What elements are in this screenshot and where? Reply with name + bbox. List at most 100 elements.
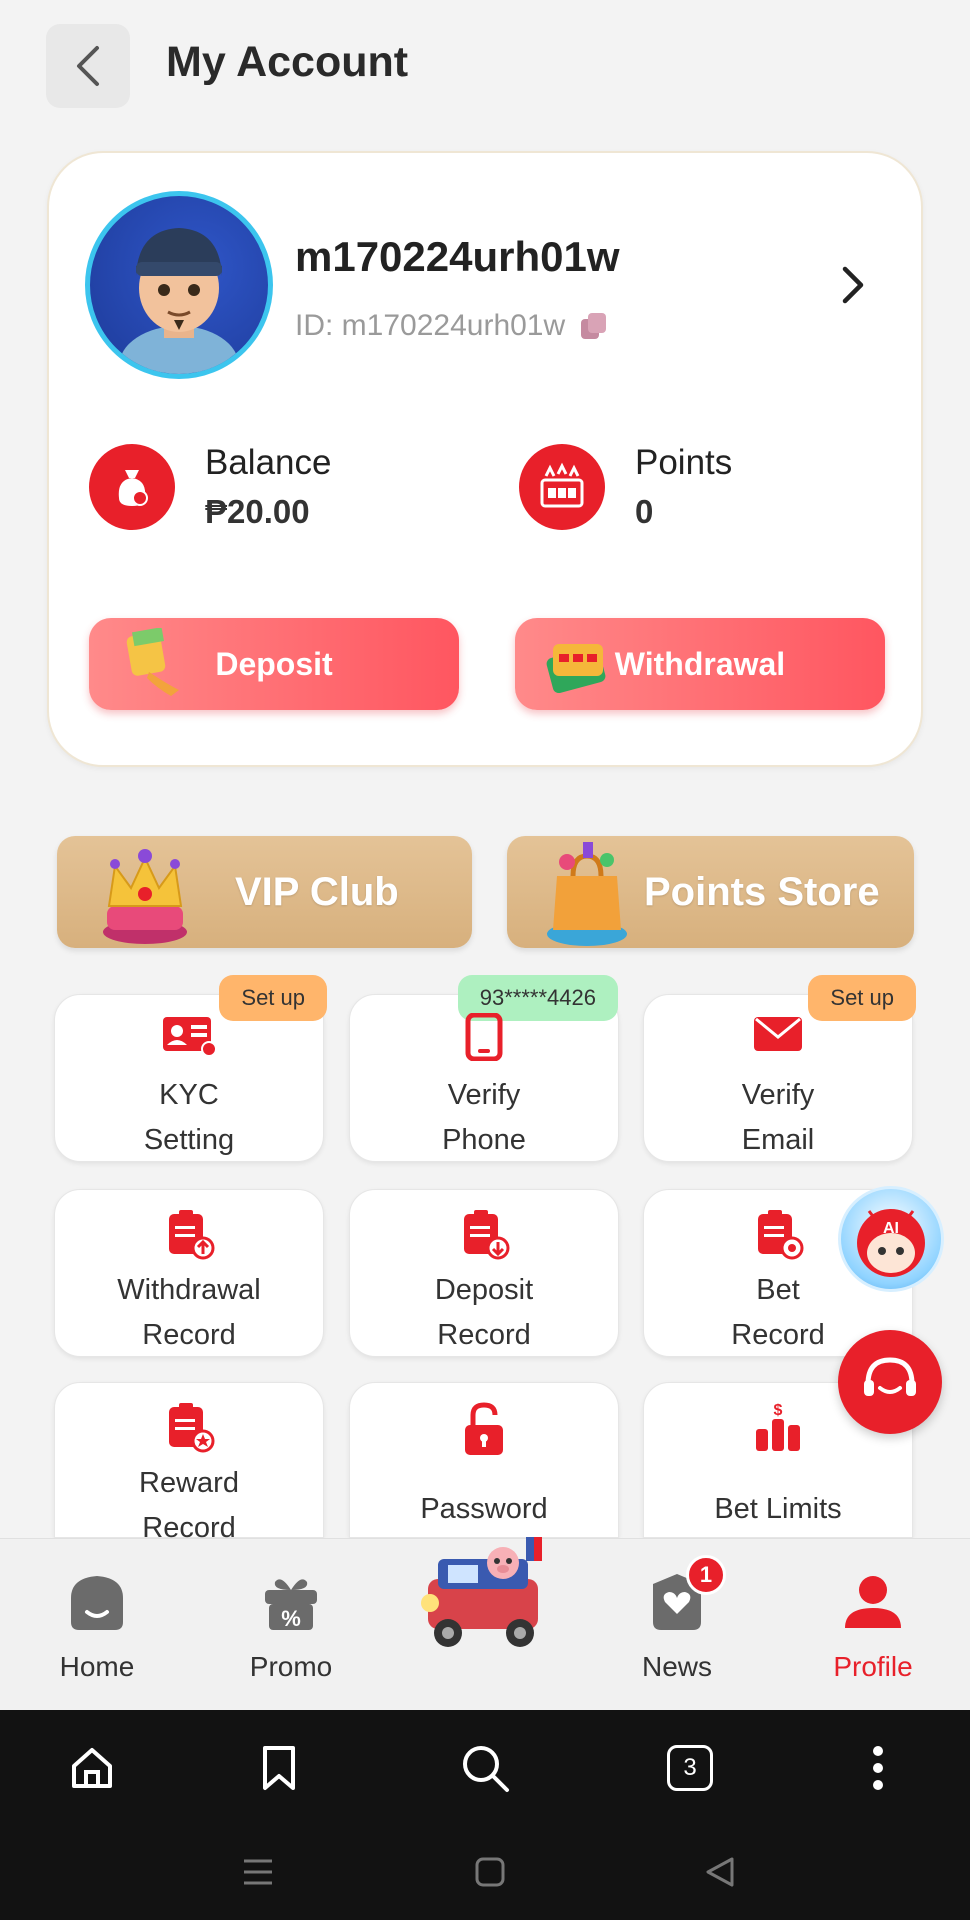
tile-line2: Record <box>437 1319 531 1351</box>
browser-home-button[interactable] <box>64 1740 120 1796</box>
page-title: My Account <box>166 38 409 86</box>
nav-center-feature[interactable] <box>408 1529 558 1664</box>
reward-record-tile[interactable]: Reward Record <box>54 1382 324 1544</box>
news-notification-badge: 1 <box>686 1555 726 1595</box>
tile-line2: Setting <box>143 1124 235 1156</box>
tile-line1: Withdrawal <box>117 1274 261 1306</box>
crown-icon <box>103 849 187 944</box>
verify-email-tile[interactable]: Set up Verify Email <box>643 975 916 1162</box>
tile-line1: Reward <box>139 1467 239 1499</box>
withdrawal-record-tile[interactable]: Withdrawal Record <box>54 1189 324 1357</box>
tile-line1: Verify <box>741 1079 815 1111</box>
menu-lines-icon <box>244 1859 272 1885</box>
nav-profile-label: Profile <box>833 1651 913 1682</box>
withdrawal-button[interactable]: Withdrawal <box>515 618 885 710</box>
headset-icon <box>864 1357 916 1396</box>
password-tile[interactable]: Password <box>349 1382 619 1538</box>
nav-profile[interactable]: Profile <box>798 1567 948 1683</box>
system-recents-button[interactable] <box>238 1852 278 1892</box>
balance-label: Balance <box>205 443 332 482</box>
bottom-navigation: Home % Promo 1 News Profile <box>0 1537 970 1710</box>
setup-badge: Set up <box>808 975 916 1021</box>
kyc-setting-tile[interactable]: Set up KYC Setting <box>54 975 327 1162</box>
deposit-button[interactable]: Deposit <box>89 618 459 710</box>
browser-bookmark-button[interactable] <box>251 1740 307 1796</box>
nav-promo[interactable]: % Promo <box>216 1567 366 1683</box>
browser-tabs-button[interactable]: 3 <box>662 1740 718 1796</box>
user-id: ID: m170224urh01w <box>295 309 609 343</box>
ai-robot-icon: AI <box>857 1209 925 1277</box>
tile-line1: KYC <box>159 1079 219 1111</box>
svg-text:AI: AI <box>883 1220 899 1237</box>
points-label: Points <box>635 443 733 482</box>
customer-support-button[interactable] <box>838 1330 942 1434</box>
browser-menu-button[interactable] <box>850 1740 906 1796</box>
points-store-banner[interactable]: Points Store <box>507 836 914 948</box>
avatar[interactable] <box>85 191 273 379</box>
nav-home-label: Home <box>59 1651 135 1682</box>
square-outline-icon <box>475 1857 505 1887</box>
gift-percent-icon: % <box>265 1579 317 1631</box>
chevron-right-icon <box>842 266 864 304</box>
withdrawal-card-icon <box>546 644 606 694</box>
chevron-left-icon <box>77 46 99 86</box>
shopping-bag-icon <box>547 842 627 946</box>
avatar-character-icon <box>119 228 239 374</box>
vip-club-banner[interactable]: VIP Club <box>57 836 472 948</box>
system-back-button[interactable] <box>700 1852 740 1892</box>
money-bag-icon <box>89 444 175 530</box>
tile-line2: Record <box>142 1319 236 1351</box>
profile-detail-arrow[interactable] <box>841 265 867 310</box>
tile-line1: Password <box>420 1493 548 1525</box>
nav-home[interactable]: Home <box>22 1567 172 1683</box>
bookmark-icon <box>263 1746 295 1790</box>
deposit-money-icon <box>126 628 179 696</box>
id-card-icon <box>163 1017 217 1057</box>
browser-search-button[interactable] <box>457 1740 513 1796</box>
nav-news[interactable]: 1 News <box>602 1555 752 1683</box>
tile-line1: Verify <box>447 1079 521 1111</box>
nav-promo-label: Promo <box>249 1651 333 1682</box>
bar-limit-icon: $ <box>756 1402 800 1451</box>
points-value: 0 <box>635 493 654 530</box>
lock-icon <box>465 1402 503 1455</box>
browser-toolbar: 3 <box>0 1710 970 1822</box>
balance-value: ₱20.00 <box>205 493 310 530</box>
ai-assistant-button[interactable]: AI <box>838 1186 944 1292</box>
clipboard-star-icon <box>169 1403 215 1453</box>
points-ticket-icon <box>519 444 605 530</box>
balance-stat: Balance ₱20.00 <box>89 443 331 531</box>
tile-line2: Phone <box>442 1124 526 1156</box>
svg-text:%: % <box>281 1606 301 1631</box>
copy-icon[interactable] <box>579 311 609 341</box>
verify-phone-tile[interactable]: 93*****4426 Verify Phone <box>349 975 619 1162</box>
system-navigation <box>0 1822 970 1920</box>
user-id-text: ID: m170224urh01w <box>295 309 566 342</box>
house-outline-icon <box>72 1748 112 1788</box>
deposit-record-tile[interactable]: Deposit Record <box>349 1189 619 1357</box>
points-stat: Points 0 <box>519 443 732 531</box>
tile-line1: Deposit <box>434 1274 534 1306</box>
clipboard-down-icon <box>464 1210 510 1260</box>
envelope-icon <box>754 1017 802 1051</box>
more-vertical-icon <box>873 1746 883 1790</box>
system-home-button[interactable] <box>470 1852 510 1892</box>
clipboard-up-icon <box>169 1210 215 1260</box>
search-icon <box>463 1746 509 1792</box>
withdrawal-label: Withdrawal <box>614 645 786 682</box>
back-button[interactable] <box>46 24 130 108</box>
profile-card: m170224urh01w ID: m170224urh01w Balance … <box>47 151 923 767</box>
vip-club-label: VIP Club <box>235 869 399 914</box>
phone-icon <box>465 1013 503 1061</box>
home-icon <box>71 1576 123 1630</box>
username: m170224urh01w <box>295 233 620 280</box>
clipboard-coin-icon <box>758 1210 804 1260</box>
points-store-label: Points Store <box>644 869 880 914</box>
profile-person-icon <box>845 1576 901 1628</box>
setup-badge: Set up <box>219 975 327 1021</box>
tile-line1: Bet Limits <box>714 1493 842 1525</box>
header: My Account <box>0 0 970 130</box>
svg-text:$: $ <box>774 1402 783 1419</box>
triangle-back-icon <box>706 1857 734 1887</box>
nav-news-label: News <box>641 1651 712 1682</box>
